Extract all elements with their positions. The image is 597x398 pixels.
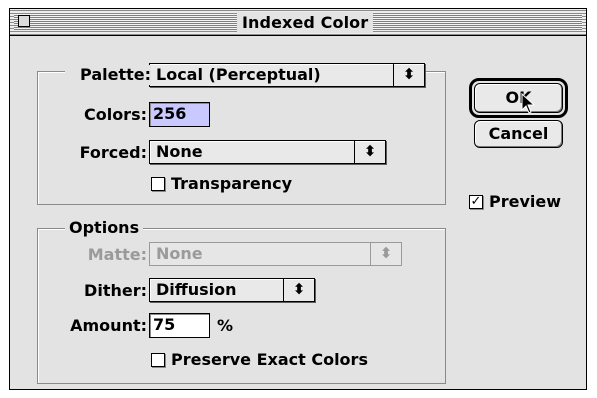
preserve-exact-colors-checkbox[interactable]: Preserve Exact Colors (151, 350, 368, 370)
colors-label: Colors: (83, 105, 147, 124)
title-bar[interactable]: Indexed Color (10, 9, 586, 36)
amount-unit: % (217, 316, 234, 335)
dither-popup-value: Diffusion (156, 280, 237, 299)
matte-label: Matte: (87, 245, 147, 264)
arrow-cursor-icon (521, 93, 536, 114)
palette-popup-value: Local (Perceptual) (156, 65, 321, 84)
preview-label: Preview (489, 192, 562, 211)
matte-popup: None ⬍ (149, 242, 402, 266)
amount-field[interactable]: 75 (149, 313, 210, 338)
options-group-title: Options (65, 218, 144, 238)
preview-checkbox-box[interactable]: ✓ (469, 195, 483, 209)
ok-button[interactable]: OK (474, 83, 563, 113)
palette-popup[interactable]: Local (Perceptual) ⬍ (149, 63, 425, 87)
amount-label: Amount: (70, 316, 147, 335)
indexed-color-dialog: Indexed Color Palette: Local (Perceptual… (9, 8, 587, 390)
dither-popup[interactable]: Diffusion ⬍ (149, 278, 315, 302)
preview-checkbox[interactable]: ✓ Preview (469, 192, 561, 212)
popup-arrows-icon: ⬍ (370, 243, 401, 265)
close-box[interactable] (18, 15, 30, 27)
dither-label: Dither: (84, 281, 147, 300)
dialog-title: Indexed Color (237, 12, 374, 33)
forced-label: Forced: (79, 143, 147, 162)
transparency-checkbox[interactable]: Transparency (151, 174, 292, 194)
popup-arrows-icon: ⬍ (354, 141, 385, 163)
checkmark-icon: ✓ (470, 194, 482, 209)
matte-popup-value: None (156, 244, 203, 263)
forced-popup[interactable]: None ⬍ (149, 140, 386, 164)
transparency-label: Transparency (171, 174, 293, 193)
cancel-button[interactable]: Cancel (474, 120, 563, 148)
colors-field[interactable]: 256 (149, 102, 210, 127)
popup-arrows-icon: ⬍ (283, 279, 314, 301)
preserve-exact-colors-label: Preserve Exact Colors (171, 350, 368, 369)
forced-popup-value: None (156, 142, 203, 161)
palette-label: Palette: (65, 65, 151, 85)
popup-arrows-icon: ⬍ (393, 64, 424, 86)
preserve-exact-colors-checkbox-box[interactable] (151, 353, 165, 367)
transparency-checkbox-box[interactable] (151, 177, 165, 191)
